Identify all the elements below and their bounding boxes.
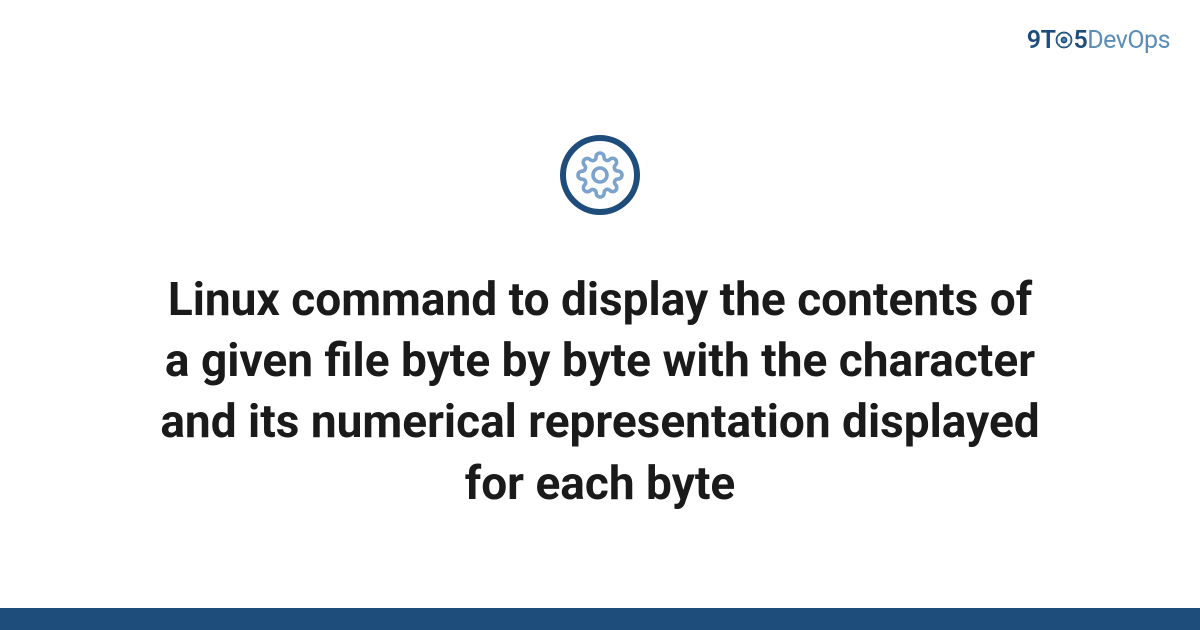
site-logo: 9T 5DevOps — [1027, 26, 1170, 55]
center-gear-icon — [560, 135, 640, 215]
logo-text-5: 5 — [1073, 26, 1087, 55]
footer-bar — [0, 608, 1200, 630]
page-title: Linux command to display the contents of… — [150, 270, 1050, 515]
gear-icon — [1054, 30, 1074, 50]
logo-text-devops: DevOps — [1087, 26, 1170, 55]
logo-text-9t: 9T — [1027, 26, 1056, 55]
